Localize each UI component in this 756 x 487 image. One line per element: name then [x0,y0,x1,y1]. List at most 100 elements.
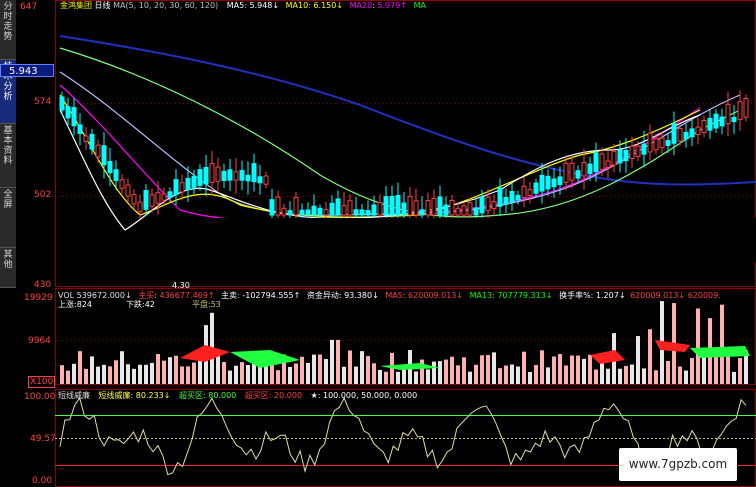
candle-body [521,185,527,199]
candle-body [185,178,191,191]
volume-bar [144,364,148,384]
price-axis-top: 647 [20,2,38,12]
price-axis-mid: 502 [34,190,52,200]
vol-extra-1: 620009.013↓ [630,291,686,300]
volume-bar [396,371,400,384]
candle-body [581,161,587,177]
candle-body [557,176,563,186]
zhu-mai-value: 436677.469↑ [159,291,215,300]
candle-body [281,207,287,216]
candle-body [731,116,737,123]
candle-body [299,209,305,216]
indicator-axis-bottom: 0.00 [32,476,53,486]
vol-ma5-value: 620009.013↓ [408,291,464,300]
volume-bar [630,364,634,384]
candle-body [443,204,449,216]
volume-bar [348,350,352,384]
candle-body [359,209,365,216]
ma-params: MA(5, 10, 20, 30, 60, 120) [113,1,219,10]
volume-bar [372,363,376,384]
volume-bar [558,354,562,384]
volume-bar [174,355,178,384]
volume-bar [72,363,76,384]
volume-bar [588,354,592,384]
volume-bar [426,369,430,384]
zhu-mai-label: 主买 [138,291,155,300]
volume-bar [690,357,694,384]
tab-intraday[interactable]: 分时走势 [0,0,16,60]
volume-bar [534,365,538,384]
price-panel-header: 金鸿集团 日线 MA(5, 10, 20, 30, 60, 120) MA5: … [60,1,426,10]
volume-bar [156,354,160,384]
candle-body [665,140,671,146]
volume-bar [522,351,526,384]
candle-body [203,166,209,185]
candle-body [611,150,617,166]
volume-bar [600,362,604,384]
ma10-label: MA10 [285,1,309,10]
tab-other[interactable]: 其他 [0,248,16,288]
candle-body [227,169,233,181]
candle-body [653,138,659,151]
volume-axis-unit: X100 [28,376,56,388]
candle-body [341,205,347,216]
tab-fullscreen[interactable]: 全屏 [0,188,16,248]
down-count: 下跌:42 [126,300,155,309]
volume-bar [234,365,238,384]
tab-fundamentals[interactable]: 基本资料 [0,124,16,188]
indicator-axis-top: 100.00 [24,392,56,402]
volume-bar [180,366,184,384]
volume-bar [84,368,88,384]
overbuy-label: 超买区: 80.000 [179,391,237,400]
volume-bar [492,352,496,384]
candle-body [515,194,521,201]
candle-body [347,200,353,216]
candle-body [83,135,89,142]
volume-bar [576,355,580,384]
vol-ma13-label: MA13 [469,291,493,300]
volume-bar [720,304,724,384]
volume-bar [498,368,502,384]
watermark: www.7gpzb.com [619,448,737,481]
candle-body [395,195,401,216]
volume-bar [288,366,292,384]
candle-body [623,149,629,162]
candle-body [389,195,395,216]
candle-body [689,128,695,138]
volume-bar [168,357,172,384]
candle-body [209,163,215,183]
chart-occlusion [150,218,756,262]
indicator-header: 短线威廉 短线威廉: 80.233↓ 超买区: 80.000 超买区: 20.0… [58,391,417,401]
candle-body [647,132,653,153]
volume-bar [474,364,478,384]
volume-bar [564,365,568,384]
candle-body [149,194,155,207]
candle-body [659,137,665,149]
candle-body [479,196,485,214]
candle-body [251,163,257,183]
candle-body [131,194,137,205]
volume-bar [636,336,640,384]
candle-body [473,207,479,216]
vol-label: VOL 539672.000↓ [58,291,132,300]
volume-bar [654,370,658,384]
volume-bar [294,363,298,384]
candle-body [419,209,425,216]
volume-bar [330,339,334,384]
volume-bar [228,370,232,384]
volume-bar [114,360,118,384]
candle-body [575,170,581,179]
candle-body [311,205,317,216]
volume-bar [312,354,316,384]
volume-bar [162,360,166,384]
candle-body [71,107,77,127]
volume-bar [582,358,586,384]
candle-body [629,145,635,159]
volume-axis-top: 19929 [24,293,53,303]
candle-body [551,178,557,188]
stock-chart[interactable] [0,0,756,487]
volume-bar [606,368,610,384]
volume-bar [192,362,196,384]
candle-body [527,189,533,196]
volume-bar [648,329,652,384]
